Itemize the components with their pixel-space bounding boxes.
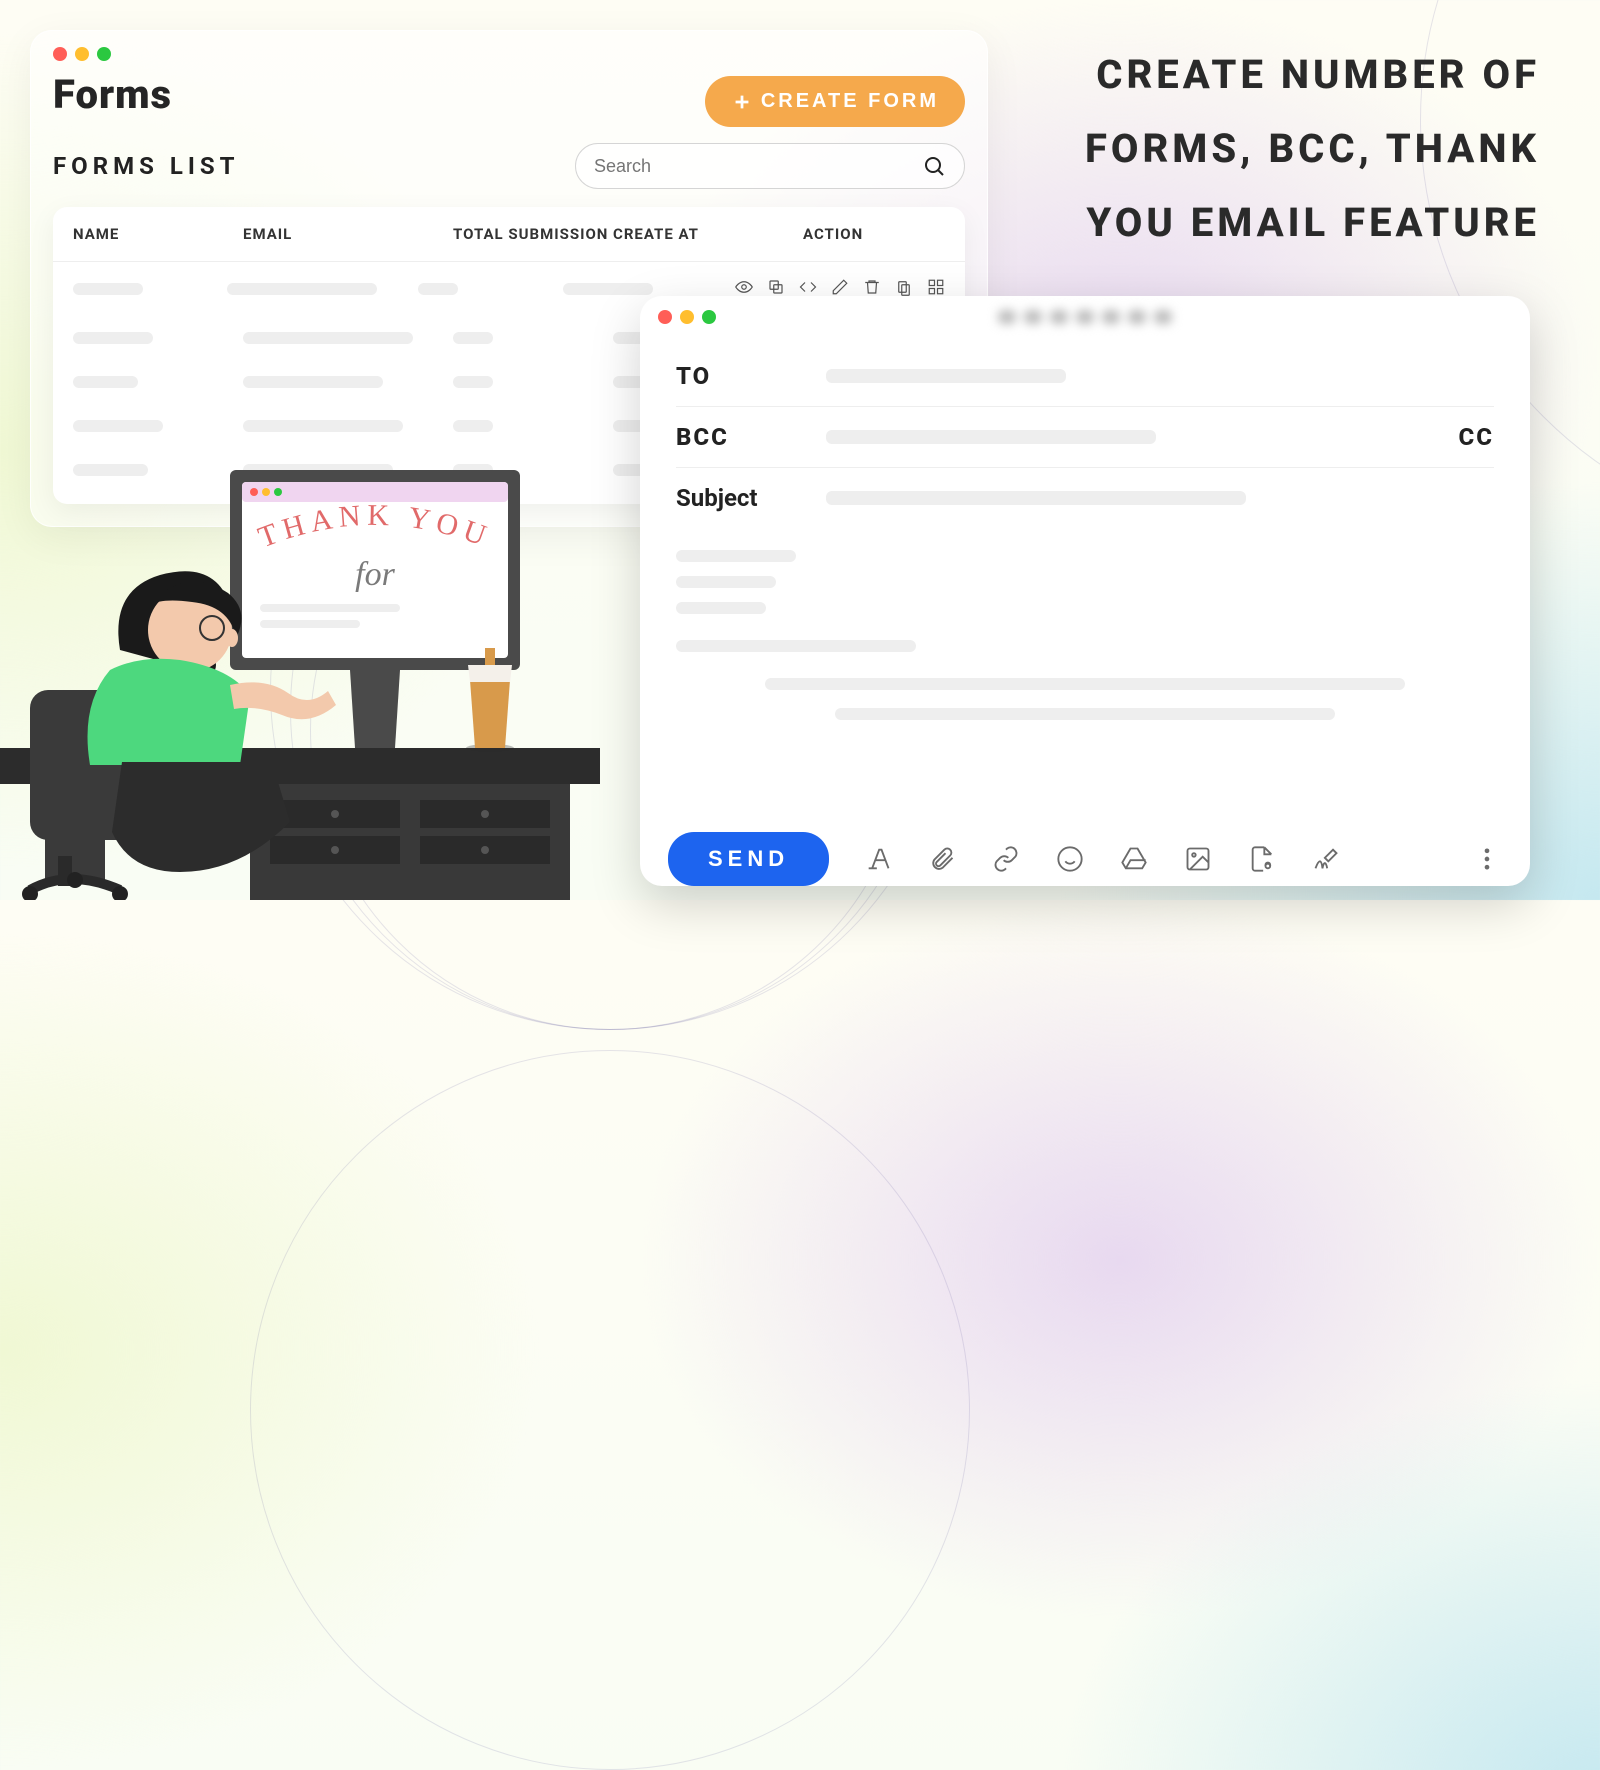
signature-icon[interactable] (1311, 844, 1341, 874)
format-icon[interactable] (863, 844, 893, 874)
forms-subtitle: FORMS LIST (53, 152, 240, 180)
send-label: SEND (708, 846, 789, 871)
col-total: TOTAL SUBMISSION (453, 225, 613, 243)
email-body[interactable] (640, 528, 1530, 818)
headline-text: CREATE NUMBER OF FORMS, BCC, THANK YOU E… (1020, 38, 1540, 260)
close-dot[interactable] (53, 47, 67, 61)
attach-icon[interactable] (927, 844, 957, 874)
drive-icon[interactable] (1119, 844, 1149, 874)
emoji-icon[interactable] (1055, 844, 1085, 874)
col-name: NAME (73, 225, 243, 243)
email-toolbar: SEND (640, 818, 1530, 886)
minimize-dot[interactable] (75, 47, 89, 61)
cc-toggle[interactable]: CC (1459, 423, 1494, 451)
subject-input[interactable] (826, 491, 1246, 505)
to-field-row: TO (676, 346, 1494, 407)
create-form-button[interactable]: CREATE FORM (705, 76, 965, 127)
plus-icon (731, 91, 753, 113)
col-created: CREATE AT (613, 225, 803, 243)
email-title-blurred (998, 310, 1172, 324)
maximize-dot[interactable] (97, 47, 111, 61)
link-icon[interactable] (991, 844, 1021, 874)
svg-text:for: for (355, 556, 395, 593)
email-window-header (640, 296, 1530, 338)
window-traffic-lights (53, 47, 965, 61)
subject-field-row: Subject (676, 468, 1494, 528)
to-input[interactable] (826, 369, 1066, 383)
search-field[interactable] (575, 143, 965, 189)
maximize-dot[interactable] (702, 310, 716, 324)
table-header: NAME EMAIL TOTAL SUBMISSION CREATE AT AC… (53, 207, 965, 262)
create-form-label: CREATE FORM (761, 90, 939, 113)
search-input[interactable] (594, 156, 922, 177)
more-icon[interactable] (1472, 844, 1502, 874)
col-email: EMAIL (243, 225, 453, 243)
close-dot[interactable] (658, 310, 672, 324)
subject-label: Subject (676, 484, 786, 512)
bcc-label: BCC (676, 423, 786, 451)
bcc-input[interactable] (826, 430, 1156, 444)
col-action: ACTION (803, 225, 945, 243)
minimize-dot[interactable] (680, 310, 694, 324)
to-label: TO (676, 362, 786, 390)
confidential-icon[interactable] (1247, 844, 1277, 874)
image-icon[interactable] (1183, 844, 1213, 874)
search-icon (922, 154, 946, 178)
bcc-field-row: BCC CC (676, 407, 1494, 468)
send-button[interactable]: SEND (668, 832, 829, 886)
email-window: TO BCC CC Subject SEND (640, 296, 1530, 886)
